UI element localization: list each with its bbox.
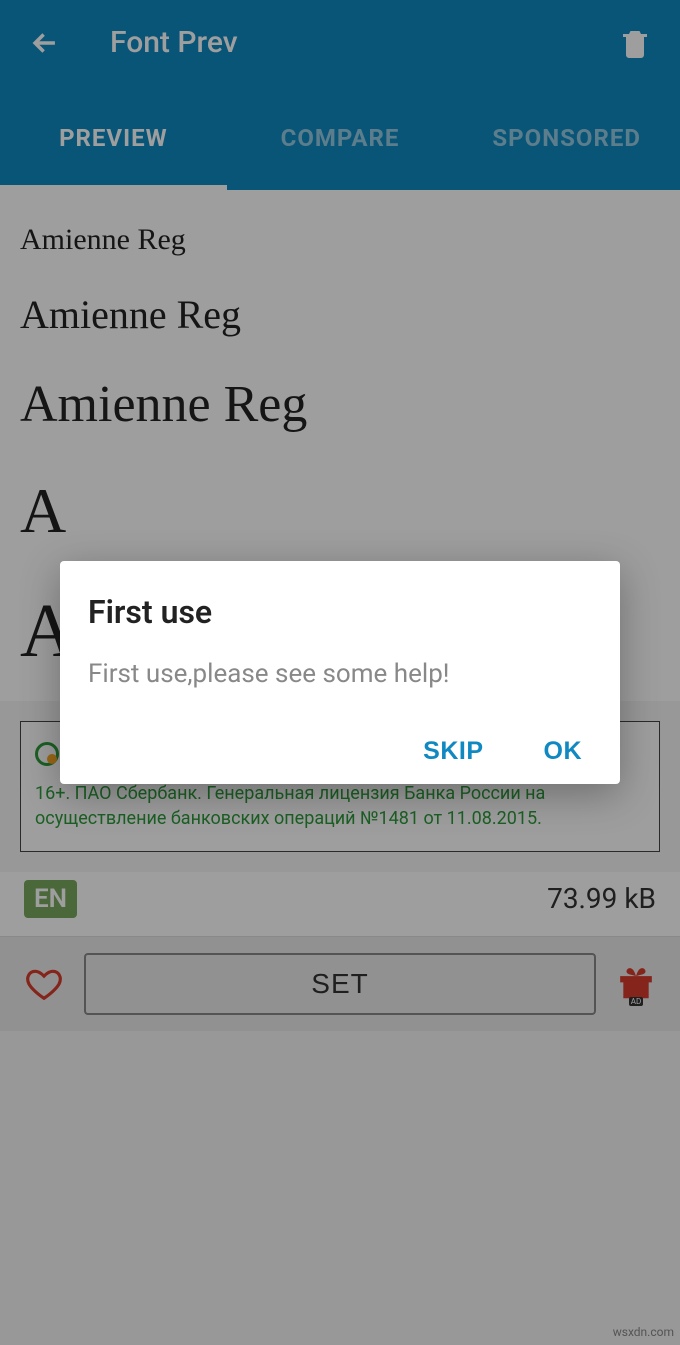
dialog-actions: SKIP OK (88, 737, 592, 766)
first-use-dialog: First use First use,please see some help… (60, 561, 620, 784)
skip-button[interactable]: SKIP (423, 737, 483, 766)
ok-button[interactable]: OK (544, 737, 583, 766)
dialog-body: First use,please see some help! (88, 659, 592, 689)
dialog-scrim[interactable]: First use First use,please see some help… (0, 0, 680, 1345)
dialog-title: First use (88, 593, 592, 631)
